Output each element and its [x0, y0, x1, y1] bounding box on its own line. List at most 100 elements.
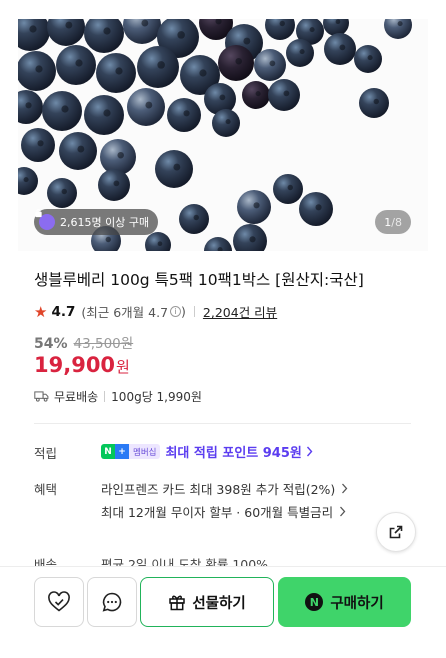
- blueberry-crown: [35, 65, 43, 73]
- blueberry: [127, 88, 165, 126]
- blueberry-crown: [225, 119, 231, 125]
- blueberry-crown: [335, 19, 341, 25]
- buy-button-label: 구매하기: [330, 595, 384, 612]
- blueberry: [212, 109, 240, 137]
- image-page-counter: 1 /8: [375, 210, 411, 234]
- membership-label: 멤버십: [129, 444, 161, 459]
- star-icon: ★: [34, 302, 48, 321]
- blueberry-crown: [113, 180, 120, 187]
- current-page: 1: [384, 215, 392, 229]
- blueberry-crown: [219, 94, 226, 101]
- buy-button[interactable]: N 구매하기: [278, 577, 411, 627]
- blueberry-crown: [367, 55, 373, 61]
- installment-text: 최대 12개월 무이자 할부 · 60개월 특별금리: [101, 505, 334, 520]
- blueberry: [233, 224, 267, 251]
- recent-rating-text: (최근 6개월 4.7: [81, 305, 169, 320]
- blueberry-crown: [117, 151, 124, 159]
- blueberry: [21, 128, 55, 162]
- blueberry-crown: [283, 90, 290, 97]
- blueberry-crown: [299, 49, 305, 55]
- blueberry-crown: [115, 67, 123, 75]
- blueberry: [254, 49, 286, 81]
- total-pages: /8: [391, 215, 402, 229]
- naver-n-icon: N: [305, 593, 324, 611]
- discount-rate: 54%: [34, 336, 68, 352]
- buyers-count-badge: 2,615명 이상 구매: [34, 209, 159, 235]
- buyers-count-text: 2,615명 이상 구매: [60, 216, 150, 229]
- blueberry-crown: [157, 61, 165, 69]
- blueberry-crown: [397, 21, 403, 27]
- product-image-gallery[interactable]: 2,615명 이상 구매 1 /8: [18, 19, 428, 251]
- blueberry-crown: [183, 110, 190, 117]
- truck-icon: [34, 391, 49, 402]
- original-price: 43,500원: [73, 336, 134, 352]
- recent-rating-close: ): [181, 304, 186, 319]
- blueberry: [384, 19, 412, 39]
- blueberry: [299, 192, 333, 226]
- share-icon: [387, 523, 405, 541]
- blueberry-crown: [65, 21, 73, 29]
- blueberry: [145, 232, 171, 251]
- blueberry: [354, 45, 382, 73]
- chevron-right-icon: [341, 483, 348, 494]
- product-title: 생블루베리 100g 특5팩 10팩1박스 [원산지:국산]: [34, 271, 364, 289]
- blueberry: [84, 95, 124, 135]
- blueberry: [96, 53, 136, 93]
- blueberry: [155, 150, 193, 188]
- chevron-right-icon: [306, 446, 313, 457]
- blueberry-crown: [249, 236, 256, 243]
- inquiry-button[interactable]: [87, 577, 137, 627]
- blueberry-crown: [157, 241, 163, 247]
- blueberry: [98, 169, 130, 201]
- blueberry: [218, 45, 254, 81]
- blueberry: [42, 91, 82, 131]
- shipping-text: 무료배송: [54, 390, 99, 404]
- blueberry-crown: [253, 202, 260, 209]
- divider: [104, 391, 106, 402]
- rating-score: 4.7: [51, 303, 76, 320]
- wishlist-button[interactable]: [34, 577, 84, 627]
- review-count-link[interactable]: 2,204건 리뷰: [203, 302, 277, 321]
- blueberry-crown: [373, 98, 379, 105]
- share-button[interactable]: [376, 512, 416, 552]
- card-benefit-row[interactable]: 라인프렌즈 카드 최대 398원 추가 적립(2%): [101, 479, 348, 498]
- blueberry-crown: [61, 188, 67, 195]
- shipping-row: 무료배송 100g당 1,990원: [34, 388, 202, 405]
- blueberry-crown: [235, 57, 242, 65]
- gift-button[interactable]: 선물하기: [140, 577, 274, 627]
- blueberry-crown: [173, 163, 181, 171]
- section-divider: [34, 423, 411, 424]
- blueberry-crown: [141, 19, 149, 27]
- blueberry-crown: [193, 214, 199, 221]
- gift-button-label: 선물하기: [192, 595, 246, 612]
- blueberry-crown: [315, 204, 322, 211]
- blueberry-crown: [75, 59, 83, 67]
- chat-bubble-icon: [101, 591, 123, 613]
- blueberry-crown: [25, 102, 32, 109]
- card-benefit-text: 라인프렌즈 카드 최대 398원 추가 적립(2%): [101, 482, 336, 497]
- installment-row[interactable]: 최대 12개월 무이자 할부 · 60개월 특별금리: [101, 502, 346, 521]
- shopping-bag-icon: [35, 209, 55, 230]
- info-icon[interactable]: i: [170, 306, 182, 317]
- blueberry-crown: [77, 145, 85, 153]
- blueberry: [242, 81, 270, 109]
- blueberry: [237, 190, 271, 224]
- blueberry-crown: [61, 105, 69, 113]
- blueberry: [359, 88, 389, 118]
- npay-n-mark: N: [101, 444, 115, 459]
- blueberry: [286, 39, 314, 67]
- blueberry-crown: [103, 27, 111, 35]
- blueberry-crown: [105, 236, 111, 243]
- heart-check-icon: [47, 591, 71, 613]
- points-label: 적립: [34, 446, 58, 461]
- blueberry: [59, 132, 97, 170]
- npay-plus-mark: +: [115, 444, 129, 459]
- gift-box-icon: [168, 593, 186, 611]
- blueberry-crown: [29, 25, 37, 33]
- blueberry-crown: [243, 37, 251, 45]
- points-row[interactable]: N + 멤버십 최대 적립 포인트 945원: [101, 442, 313, 461]
- blueberry-crown: [255, 91, 261, 97]
- blueberry: [18, 19, 50, 51]
- blueberry-crown: [309, 27, 315, 33]
- blueberry-crown: [177, 31, 185, 39]
